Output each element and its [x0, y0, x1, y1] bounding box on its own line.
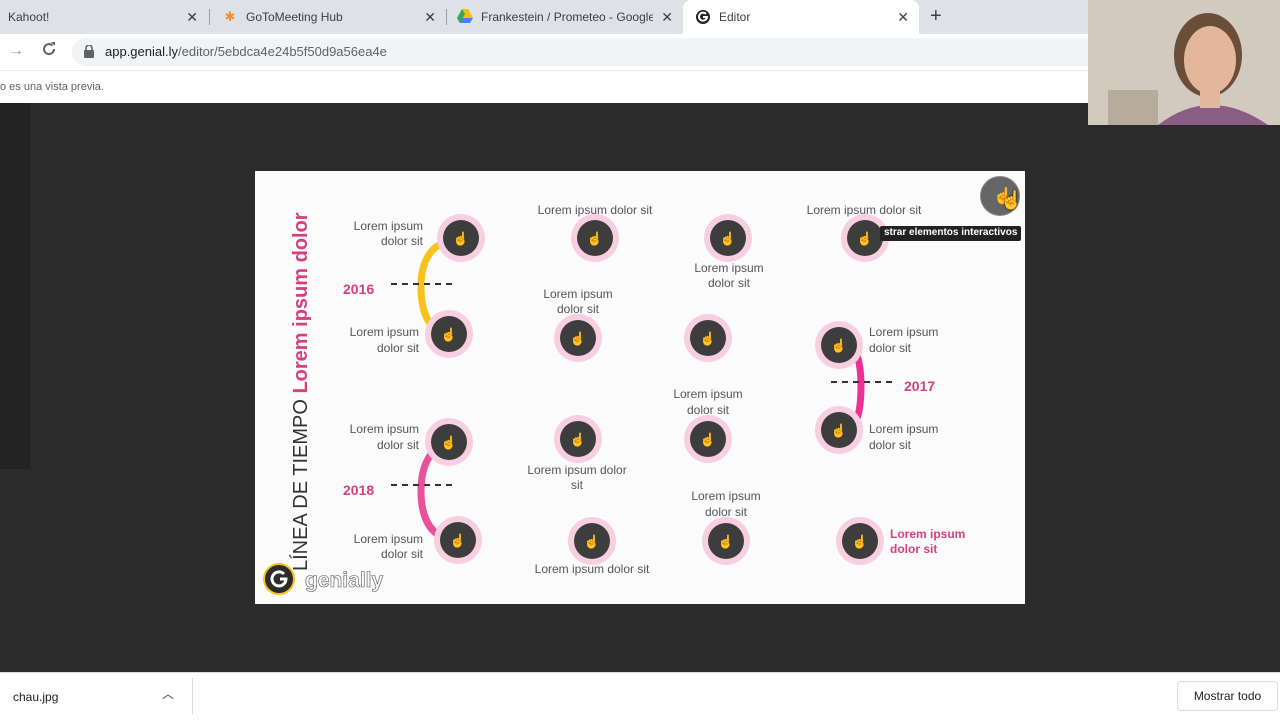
- new-tab-icon[interactable]: +: [930, 6, 942, 26]
- title-part-1: LÍNEA DE TIEMPO: [289, 394, 312, 571]
- year-2017: 2017: [904, 378, 935, 394]
- tab-bar: Kahoot! ✕ ✱ GoToMeeting Hub ✕ Frankestei…: [0, 0, 1088, 34]
- title-part-2: Lorem ipsum dolor: [290, 212, 312, 393]
- tab-gotomeeting[interactable]: ✱ GoToMeeting Hub ✕: [210, 0, 446, 34]
- infobar-text: o es una vista previa.: [0, 81, 104, 93]
- label-r4d: Lorem ipsum dolor sit: [890, 527, 965, 556]
- webcam-video: [1088, 0, 1280, 125]
- close-icon[interactable]: ✕: [424, 9, 436, 25]
- tab-title: GoToMeeting Hub: [246, 10, 343, 24]
- chevron-up-icon[interactable]: ︿: [162, 685, 174, 702]
- vertical-title: LÍNEA DE TIEMPO Lorem ipsum dolor: [289, 212, 312, 571]
- show-all-button[interactable]: Mostrar todo: [1177, 681, 1278, 711]
- label-r3d: Lorem ipsum dolor sit: [869, 422, 938, 452]
- svg-text:☝: ☝: [450, 532, 466, 549]
- label-r1a: Lorem ipsum dolor sit: [354, 219, 424, 248]
- url-text[interactable]: app.genial.ly/editor/5ebdca4e24b5f50d9a5…: [105, 44, 387, 59]
- label-r4c: Lorem ipsum dolor sit: [691, 489, 760, 519]
- tab-title: Editor: [719, 10, 751, 24]
- svg-text:☝: ☝: [720, 230, 736, 247]
- svg-text:☝: ☝: [441, 434, 457, 451]
- label-r2a: Lorem ipsum dolor sit: [350, 325, 420, 355]
- node-r3-3: ☝: [684, 415, 732, 463]
- preview-infobar: o es una vista previa.: [0, 70, 1088, 103]
- genially-logo: genially: [263, 563, 384, 595]
- tab-title: Kahoot!: [8, 10, 50, 24]
- lock-icon[interactable]: [84, 44, 94, 63]
- node-r4-2: ☝: [568, 517, 616, 565]
- close-icon[interactable]: ✕: [897, 9, 909, 25]
- node-r1-1: ☝: [437, 214, 485, 262]
- year-2016: 2016: [343, 281, 374, 297]
- svg-text:☝: ☝: [700, 330, 716, 347]
- node-r1-3: ☝: [704, 214, 752, 262]
- svg-text:☝: ☝: [584, 533, 600, 550]
- node-r4-3: ☝: [702, 517, 750, 565]
- label-r2d: Lorem ipsum dolor sit: [869, 325, 938, 355]
- node-r3-4: ☝: [815, 406, 863, 454]
- label-r2b: Lorem ipsum dolor sit: [543, 287, 612, 316]
- svg-text:☝: ☝: [587, 230, 603, 247]
- node-r4-4: ☝: [836, 517, 884, 565]
- tab-title: Frankestein / Prometeo - Google: [481, 10, 653, 24]
- svg-text:☝: ☝: [857, 230, 873, 247]
- label-r1c: Lorem ipsum dolor sit: [694, 261, 763, 290]
- svg-text:☝: ☝: [441, 326, 457, 343]
- google-drive-icon: [457, 9, 473, 25]
- label-r3a: Lorem ipsum dolor sit: [350, 422, 420, 452]
- close-icon[interactable]: ✕: [186, 9, 198, 25]
- label-r4a: Lorem ipsum dolor sit: [354, 532, 424, 561]
- label-r3c: Lorem ipsum dolor sit: [673, 387, 742, 417]
- svg-text:☝: ☝: [831, 337, 847, 354]
- download-filename[interactable]: chau.jpg: [13, 690, 58, 704]
- timeline-track: [417, 234, 865, 545]
- node-r2-3: ☝: [684, 314, 732, 362]
- close-icon[interactable]: ✕: [661, 9, 673, 25]
- node-r4-1: ☝: [434, 516, 482, 564]
- svg-text:☝: ☝: [718, 533, 734, 550]
- genially-wordmark: genially: [305, 569, 384, 592]
- node-r2-1: ☝: [425, 310, 473, 358]
- year-2018: 2018: [343, 482, 374, 498]
- forward-icon[interactable]: →: [8, 42, 24, 60]
- label-r4b: Lorem ipsum dolor sit: [535, 562, 650, 576]
- label-r3b: Lorem ipsum dolor sit: [527, 463, 626, 492]
- svg-text:☝: ☝: [570, 431, 586, 448]
- svg-text:☝: ☝: [831, 422, 847, 439]
- svg-text:☝: ☝: [852, 533, 868, 550]
- svg-text:☝: ☝: [453, 230, 469, 247]
- node-r3-2: ☝: [554, 415, 602, 463]
- gotomeeting-icon: ✱: [224, 9, 236, 24]
- label-r1b: Lorem ipsum dolor sit: [538, 203, 653, 217]
- editor-left-panel: [0, 103, 30, 469]
- interactive-tooltip: strar elementos interactivos: [880, 226, 1022, 241]
- tab-google-drive[interactable]: Frankestein / Prometeo - Google ✕: [447, 0, 683, 34]
- node-r2-2: ☝: [554, 314, 602, 362]
- svg-text:☝: ☝: [700, 431, 716, 448]
- download-separator: [192, 678, 193, 714]
- node-r3-1: ☝: [425, 418, 473, 466]
- node-r2-4: ☝: [815, 321, 863, 369]
- url-path: /editor/5ebdca4e24b5f50d9a56ea4e: [178, 44, 387, 59]
- genially-icon: [695, 9, 711, 25]
- label-r1d: Lorem ipsum dolor sit: [807, 203, 922, 217]
- timeline-nodes[interactable]: ☝ ☝ ☝ ☝ ☝ ☝ ☝ ☝ ☝ ☝ ☝ ☝ ☝ ☝ ☝ ☝: [425, 214, 889, 565]
- url-host: app.genial.ly: [105, 44, 178, 59]
- tab-editor[interactable]: Editor ✕: [683, 0, 919, 34]
- mouse-cursor-icon: ☝: [1000, 190, 1023, 210]
- svg-text:☝: ☝: [570, 330, 586, 347]
- reload-icon[interactable]: [40, 40, 58, 63]
- tab-kahoot[interactable]: Kahoot! ✕: [0, 0, 208, 34]
- node-r1-2: ☝: [571, 214, 619, 262]
